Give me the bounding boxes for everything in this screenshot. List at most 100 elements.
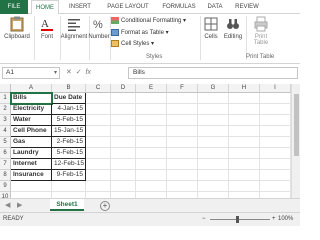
clipboard-group[interactable]: Clipboard [2, 16, 32, 40]
grid-cell[interactable] [86, 115, 111, 126]
grid-cell[interactable] [229, 148, 260, 159]
grid-cell[interactable] [260, 137, 291, 148]
grid-cell[interactable] [111, 159, 136, 170]
zoom-slider[interactable] [210, 219, 270, 220]
grid-cell[interactable] [167, 148, 198, 159]
grid-cell[interactable] [229, 159, 260, 170]
due-date-cell[interactable]: 4-Jan-15 [52, 104, 86, 115]
zoom-level[interactable]: 100% [278, 213, 293, 226]
add-sheet-icon[interactable]: + [100, 201, 110, 211]
grid-cell[interactable] [260, 170, 291, 181]
cancel-icon[interactable]: ✕ [66, 69, 72, 76]
grid-cell[interactable] [198, 148, 229, 159]
tab-review[interactable]: REVIEW [232, 0, 262, 14]
due-date-cell[interactable]: 2-Feb-15 [52, 137, 86, 148]
bill-name-cell[interactable]: Laundry [11, 148, 52, 159]
column-header[interactable]: D [111, 84, 136, 93]
column-header[interactable]: A [11, 84, 52, 93]
select-all-corner[interactable] [0, 84, 11, 93]
row-header[interactable]: 9 [0, 181, 11, 192]
vertical-scrollbar[interactable] [291, 84, 300, 198]
grid-cell[interactable] [198, 126, 229, 137]
tab-page-layout[interactable]: PAGE LAYOUT [104, 0, 152, 14]
grid-cell[interactable] [111, 181, 136, 192]
grid-cell[interactable] [136, 93, 167, 104]
zoom-slider-handle[interactable] [236, 216, 239, 223]
grid-cell[interactable] [111, 137, 136, 148]
grid-cell[interactable] [136, 137, 167, 148]
grid-cell[interactable] [136, 104, 167, 115]
grid-cell[interactable] [229, 170, 260, 181]
tab-file[interactable]: FILE [0, 0, 28, 14]
grid-cell[interactable] [136, 159, 167, 170]
column-header[interactable]: H [229, 84, 260, 93]
conditional-formatting-button[interactable]: Conditional Formatting ▾ [111, 17, 186, 24]
column-header[interactable]: E [136, 84, 167, 93]
grid-cell[interactable] [136, 126, 167, 137]
grid-cell[interactable] [111, 148, 136, 159]
tab-formulas[interactable]: FORMULAS [158, 0, 200, 14]
print-table-button[interactable]: Print Table [248, 16, 274, 46]
grid-cell[interactable] [167, 170, 198, 181]
grid-cell[interactable] [229, 115, 260, 126]
tab-home[interactable]: HOME [31, 0, 59, 15]
grid-cell[interactable] [229, 104, 260, 115]
due-date-cell[interactable]: 5-Feb-15 [52, 148, 86, 159]
bill-name-cell[interactable]: Insurance [11, 170, 52, 181]
scroll-right-icon[interactable]: ▶ [17, 201, 22, 209]
column-header[interactable]: F [167, 84, 198, 93]
vertical-scroll-thumb[interactable] [294, 94, 299, 156]
grid-cell[interactable] [229, 126, 260, 137]
due-date-cell[interactable]: 9-Feb-15 [52, 170, 86, 181]
grid-cell[interactable] [111, 104, 136, 115]
cell-styles-button[interactable]: Cell Styles ▾ [111, 40, 154, 47]
insert-function-button[interactable]: fx [86, 69, 91, 76]
row-header[interactable]: 3 [0, 115, 11, 126]
header-cell-bills[interactable]: Bills [10, 92, 53, 105]
tab-data[interactable]: DATA [204, 0, 226, 14]
grid-cell[interactable] [167, 104, 198, 115]
bill-name-cell[interactable]: Electricity [11, 104, 52, 115]
worksheet-grid[interactable]: A B C D E F G H I 123456789101112 BillsD… [0, 84, 300, 225]
grid-cell[interactable] [260, 126, 291, 137]
grid-cell[interactable] [86, 104, 111, 115]
grid-cell[interactable] [260, 181, 291, 192]
bill-name-cell[interactable]: Internet [11, 159, 52, 170]
grid-cell[interactable] [86, 148, 111, 159]
grid-cell[interactable] [111, 115, 136, 126]
zoom-out-icon[interactable]: − [202, 213, 206, 226]
grid-cell[interactable] [136, 170, 167, 181]
grid-cell[interactable] [111, 170, 136, 181]
grid-cell[interactable] [198, 115, 229, 126]
grid-cell[interactable] [86, 93, 111, 104]
row-header[interactable]: 6 [0, 148, 11, 159]
scroll-left-icon[interactable]: ◀ [5, 201, 10, 209]
grid-cell[interactable] [229, 181, 260, 192]
zoom-in-icon[interactable]: + [272, 213, 276, 226]
formula-input[interactable]: Bills [128, 67, 298, 79]
tab-insert[interactable]: INSERT [62, 0, 98, 14]
grid-cell[interactable] [167, 159, 198, 170]
row-header[interactable]: 7 [0, 159, 11, 170]
grid-cell[interactable] [198, 137, 229, 148]
grid-cell[interactable] [167, 126, 198, 137]
grid-cell[interactable] [198, 181, 229, 192]
name-box[interactable]: A1 ▾ [2, 67, 60, 79]
due-date-cell[interactable]: 15-Jan-15 [52, 126, 86, 137]
grid-cell[interactable] [136, 148, 167, 159]
row-header[interactable]: 5 [0, 137, 11, 148]
grid-cell[interactable] [136, 115, 167, 126]
grid-cell[interactable] [11, 181, 52, 192]
column-header[interactable]: C [86, 84, 111, 93]
grid-cell[interactable] [52, 181, 86, 192]
grid-cell[interactable] [86, 181, 111, 192]
editing-group[interactable]: Editing [222, 16, 244, 40]
due-date-cell[interactable]: 5-Feb-15 [52, 115, 86, 126]
grid-cell[interactable] [260, 93, 291, 104]
bill-name-cell[interactable]: Gas [11, 137, 52, 148]
cells-group[interactable]: Cells [202, 16, 220, 40]
alignment-group[interactable]: Alignment [60, 16, 88, 40]
grid-cell[interactable] [111, 126, 136, 137]
grid-cell[interactable] [198, 104, 229, 115]
column-header[interactable]: I [260, 84, 291, 93]
